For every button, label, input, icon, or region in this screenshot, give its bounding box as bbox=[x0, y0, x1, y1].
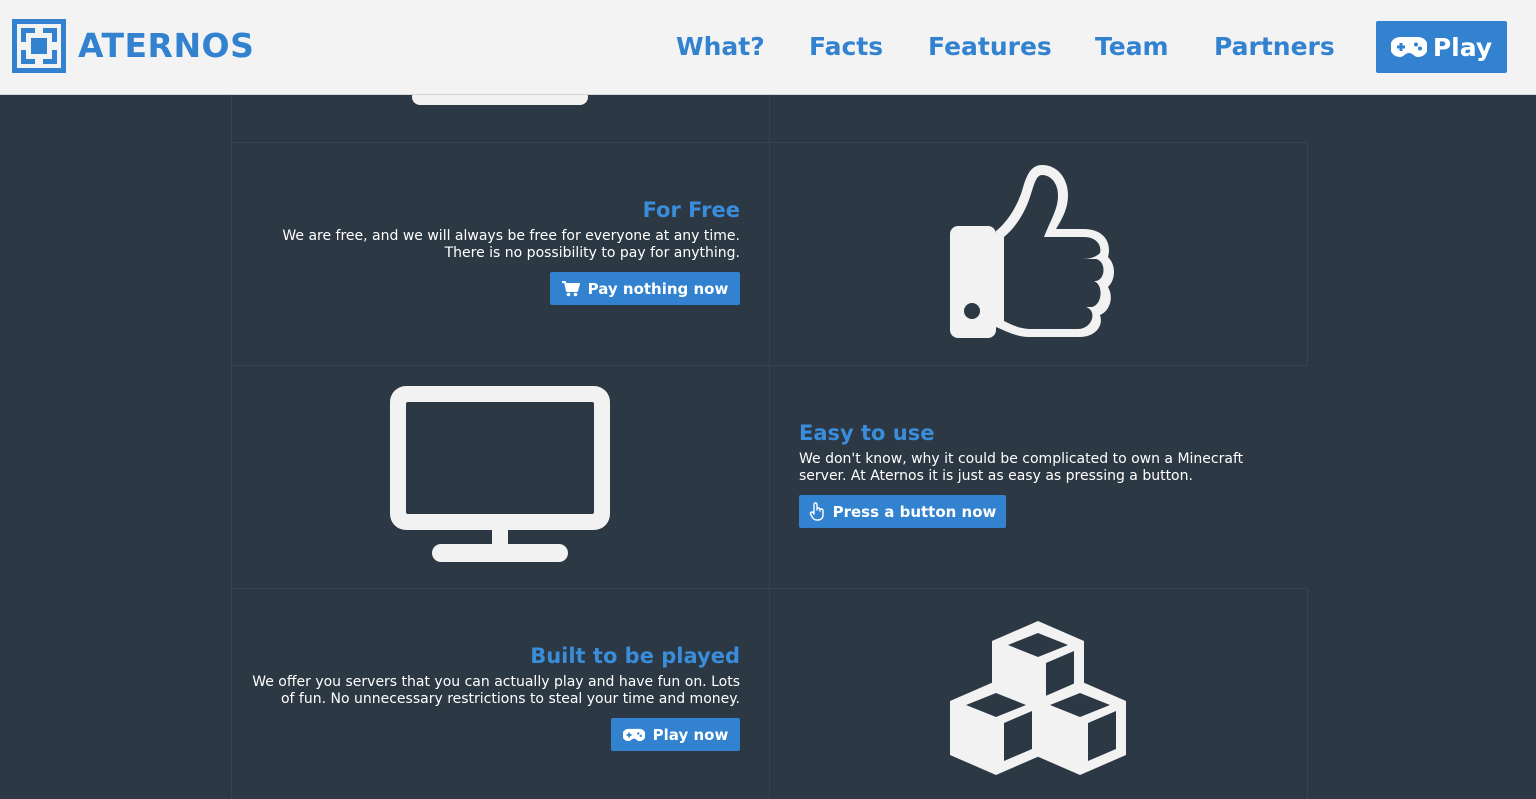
feature-text-line: We are free, and we will always be free … bbox=[282, 228, 740, 244]
feature-title: Built to be played bbox=[530, 644, 740, 668]
play-button-label: Play bbox=[1432, 32, 1493, 62]
feature-text-line: We don't know, why it could be complicat… bbox=[799, 451, 1244, 467]
thumbs-up-icon bbox=[950, 165, 1114, 338]
feature-description: We don't know, why it could be complicat… bbox=[799, 451, 1243, 485]
play-now-button[interactable]: Play now bbox=[611, 718, 740, 751]
feature-text-line: There is no possibility to pay for anyth… bbox=[444, 245, 740, 261]
logo-text: ATERNOS bbox=[78, 26, 255, 65]
feature-text-line: of fun. No unnecessary restrictions to s… bbox=[280, 691, 740, 707]
play-button[interactable]: Play bbox=[1376, 21, 1507, 73]
cart-icon bbox=[561, 280, 580, 296]
press-button-now-button[interactable]: Press a button now bbox=[799, 495, 1006, 528]
nav-features[interactable]: Features bbox=[928, 30, 1052, 64]
monitor-icon bbox=[412, 95, 588, 105]
feature-for-free: For Free We are free, and we will always… bbox=[232, 143, 769, 365]
monitor-icon bbox=[390, 386, 610, 562]
pay-nothing-button[interactable]: Pay nothing now bbox=[550, 272, 740, 305]
nav-team[interactable]: Team bbox=[1095, 30, 1169, 64]
feature-text-line: We offer you servers that you can actual… bbox=[252, 674, 740, 690]
feature-description: We are free, and we will always be free … bbox=[282, 228, 740, 262]
nav-what[interactable]: What? bbox=[676, 30, 765, 64]
gamepad-icon bbox=[622, 728, 645, 741]
nav-facts[interactable]: Facts bbox=[809, 30, 883, 64]
pointer-hand-icon bbox=[809, 502, 824, 521]
button-label: Press a button now bbox=[832, 502, 997, 521]
cubes-icon bbox=[950, 621, 1126, 775]
feature-easy-to-use: Easy to use We don't know, why it could … bbox=[770, 366, 1307, 588]
grid-divider bbox=[1307, 143, 1308, 366]
logo[interactable]: ATERNOS bbox=[12, 19, 254, 73]
site-header: ATERNOS What? Facts Features Team Partne… bbox=[0, 0, 1536, 95]
feature-title: For Free bbox=[642, 198, 740, 222]
gamepad-icon bbox=[1390, 37, 1427, 57]
aternos-logo-icon bbox=[12, 19, 66, 73]
grid-divider bbox=[1307, 589, 1308, 799]
feature-title: Easy to use bbox=[799, 421, 935, 445]
nav-partners[interactable]: Partners bbox=[1214, 30, 1335, 64]
button-label: Pay nothing now bbox=[587, 279, 729, 298]
feature-description: We offer you servers that you can actual… bbox=[252, 674, 740, 708]
feature-built-to-be-played: Built to be played We offer you servers … bbox=[232, 589, 769, 799]
button-label: Play now bbox=[652, 725, 729, 744]
feature-text-line: server. At Aternos it is just as easy as… bbox=[799, 468, 1193, 484]
